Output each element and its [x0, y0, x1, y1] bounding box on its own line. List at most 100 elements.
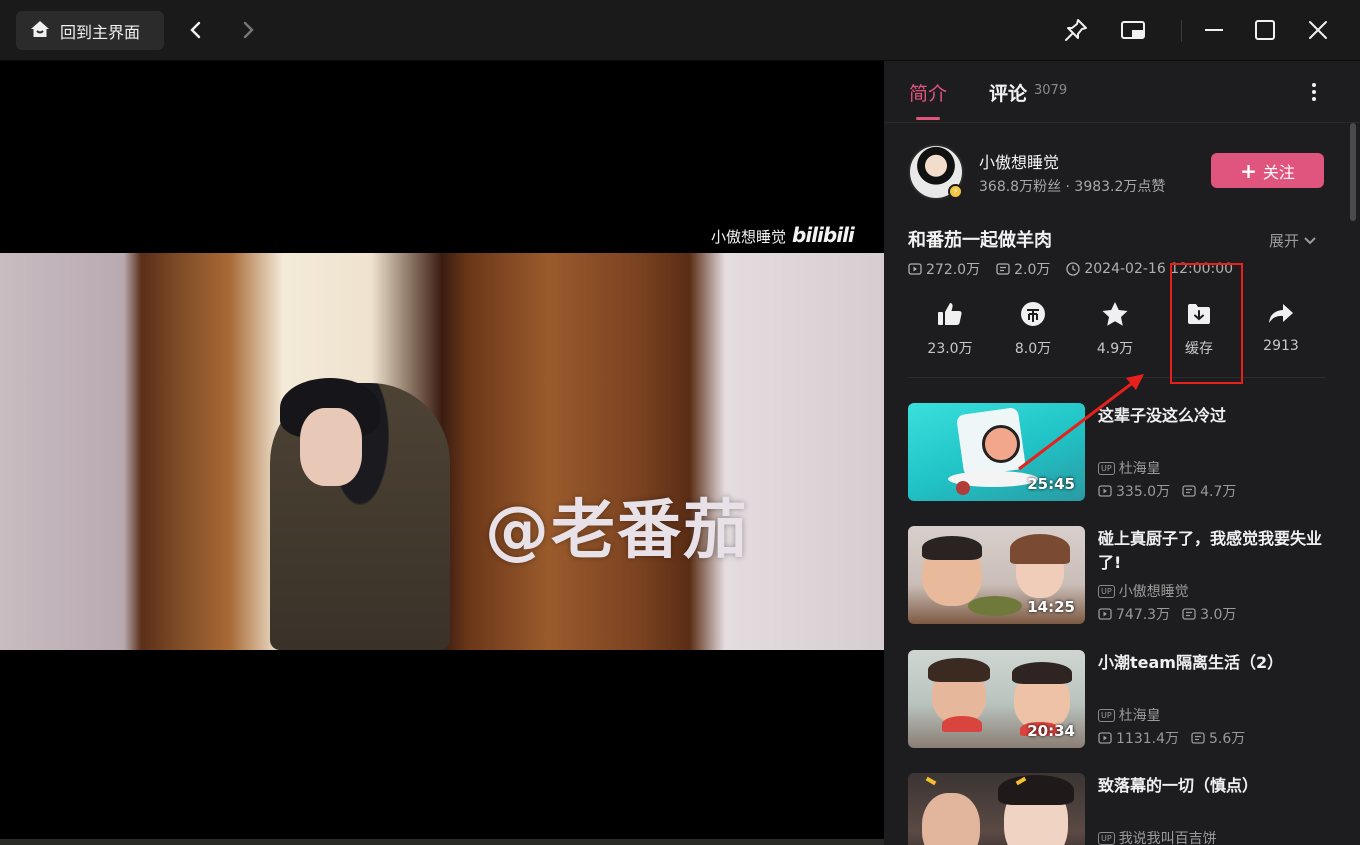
chevron-left-icon — [190, 21, 201, 39]
up-tag-icon: UP — [1098, 708, 1115, 722]
uploader-stats: 368.8万粉丝 · 3983.2万点赞 — [979, 179, 1166, 195]
person-face — [300, 408, 362, 486]
annotation-arrow-icon — [1018, 374, 1144, 471]
verified-badge-icon: ⚡ — [948, 184, 963, 199]
home-icon — [30, 19, 50, 43]
recommendation-title[interactable]: 碰上真厨子了，我感觉我要失业了! — [1098, 527, 1323, 575]
thumbs-up-icon — [938, 303, 962, 325]
mini-window-icon — [1121, 21, 1145, 39]
recommendation-item[interactable]: 20:34 小潮team隔离生活（2） UP 杜海皇 1131.4万 5.6万 — [908, 650, 1328, 750]
rec-views: 1131.4万 — [1098, 728, 1179, 748]
player-bottom-strip — [0, 839, 884, 845]
expand-label: 展开 — [1269, 232, 1300, 250]
favorite-button[interactable]: 4.9万 — [1080, 299, 1150, 358]
rec-danmaku-value: 3.0万 — [1200, 607, 1237, 623]
favorite-count: 4.9万 — [1096, 341, 1134, 357]
watermark-uploader-name: 小傲想睡觉 — [711, 228, 787, 246]
play-count-icon — [1098, 485, 1112, 497]
recommendation-thumbnail[interactable]: 14:25 — [908, 526, 1085, 624]
active-tab-indicator — [916, 117, 940, 120]
scrollbar-thumb[interactable] — [1350, 123, 1356, 221]
tab-bar: 简介 评论 3079 — [884, 61, 1360, 123]
recommendation-uploader[interactable]: UP 小傲想睡觉 — [1098, 581, 1189, 601]
follow-label: 关注 — [1262, 162, 1295, 182]
tab-comments[interactable]: 评论 — [989, 79, 1027, 106]
danmaku-icon — [1182, 485, 1196, 497]
title-bar: 回到主界面 — [0, 0, 1360, 61]
minimize-icon — [1205, 29, 1223, 31]
recommendation-thumbnail[interactable] — [908, 773, 1085, 845]
recommendation-stats: 335.0万 4.7万 — [1098, 481, 1248, 501]
maximize-icon — [1255, 20, 1275, 40]
share-button[interactable]: 2913 — [1246, 299, 1316, 354]
close-button[interactable] — [1302, 14, 1334, 46]
recommendation-title[interactable]: 致落幕的一切（慎点） — [1098, 774, 1323, 798]
like-count: 23.0万 — [927, 341, 973, 357]
uploader-name[interactable]: 小傲想睡觉 — [979, 149, 1059, 173]
side-panel: 简介 评论 3079 ⚡ 小傲想睡觉 368.8万粉丝 · 3983.2万点赞 … — [884, 61, 1360, 845]
chevron-right-icon — [243, 21, 254, 39]
titlebar-divider — [1181, 20, 1182, 42]
brand-watermark: 小傲想睡觉 bilibili — [711, 223, 855, 247]
rec-danmaku: 5.6万 — [1191, 728, 1245, 748]
danmaku-count-value: 2.0万 — [1014, 262, 1051, 278]
comment-count: 3079 — [1034, 83, 1068, 98]
uploader-name-text: 小傲想睡觉 — [1118, 584, 1189, 600]
tab-intro[interactable]: 简介 — [909, 79, 947, 106]
plus-icon: + — [1240, 158, 1257, 183]
view-count-value: 272.0万 — [926, 262, 981, 278]
rec-views-value: 335.0万 — [1116, 484, 1171, 500]
mini-window-button[interactable] — [1117, 14, 1149, 46]
recommendation-thumbnail[interactable]: 20:34 — [908, 650, 1085, 748]
uploader-name-text: 杜海皇 — [1118, 708, 1161, 724]
coin-button[interactable]: 8.0万 — [998, 299, 1068, 358]
view-count: 272.0万 — [908, 259, 980, 279]
back-button[interactable] — [180, 14, 212, 46]
video-duration: 14:25 — [1027, 598, 1075, 616]
video-overlay-text: @老番茄 — [485, 494, 749, 568]
recommendation-title[interactable]: 小潮team隔离生活（2） — [1098, 651, 1323, 675]
video-frame — [0, 253, 884, 650]
rec-views-value: 747.3万 — [1116, 607, 1171, 623]
danmaku-icon — [996, 263, 1010, 275]
recommendation-item[interactable]: 14:25 碰上真厨子了，我感觉我要失业了! UP 小傲想睡觉 747.3万 3… — [908, 526, 1328, 626]
expand-button[interactable]: 展开 — [1269, 230, 1317, 251]
rec-views-value: 1131.4万 — [1116, 731, 1179, 747]
recommendation-uploader[interactable]: UP 杜海皇 — [1098, 705, 1161, 725]
home-button-label: 回到主界面 — [60, 22, 141, 42]
forward-button[interactable] — [232, 14, 264, 46]
rec-views: 335.0万 — [1098, 481, 1170, 501]
play-count-icon — [908, 263, 922, 275]
coin-icon — [1021, 302, 1045, 326]
video-player[interactable]: 小傲想睡觉 bilibili @老番茄 — [0, 61, 884, 839]
coin-count: 8.0万 — [1014, 341, 1052, 357]
uploader-name-text: 我说我叫百吉饼 — [1118, 831, 1217, 845]
play-count-icon — [1098, 732, 1112, 744]
danmaku-count: 2.0万 — [996, 259, 1050, 279]
rec-danmaku: 3.0万 — [1182, 604, 1236, 624]
rec-views: 747.3万 — [1098, 604, 1170, 624]
recommendation-item[interactable]: 致落幕的一切（慎点） UP 我说我叫百吉饼 — [908, 773, 1328, 845]
follow-button[interactable]: + 关注 — [1211, 153, 1324, 188]
annotation-highlight-box — [1170, 263, 1243, 384]
pin-button[interactable] — [1060, 14, 1092, 46]
rec-danmaku-value: 4.7万 — [1200, 484, 1237, 500]
danmaku-icon — [1182, 608, 1196, 620]
play-count-icon — [1098, 608, 1112, 620]
recommendation-stats: 1131.4万 5.6万 — [1098, 728, 1257, 748]
back-to-home-button[interactable]: 回到主界面 — [16, 11, 164, 50]
clock-icon — [1066, 262, 1081, 276]
up-tag-icon: UP — [1098, 831, 1115, 845]
recommendation-stats: 747.3万 3.0万 — [1098, 604, 1248, 624]
rec-danmaku: 4.7万 — [1182, 481, 1236, 501]
more-options-button[interactable] — [1304, 79, 1324, 105]
more-vertical-icon — [1312, 83, 1316, 101]
chevron-down-icon — [1304, 236, 1316, 244]
up-tag-icon: UP — [1098, 584, 1115, 598]
recommendation-uploader[interactable]: UP 我说我叫百吉饼 — [1098, 828, 1217, 845]
like-button[interactable]: 23.0万 — [915, 299, 985, 358]
maximize-button[interactable] — [1249, 14, 1281, 46]
rec-danmaku-value: 5.6万 — [1209, 731, 1246, 747]
star-icon — [1102, 302, 1128, 326]
minimize-button[interactable] — [1198, 14, 1230, 46]
